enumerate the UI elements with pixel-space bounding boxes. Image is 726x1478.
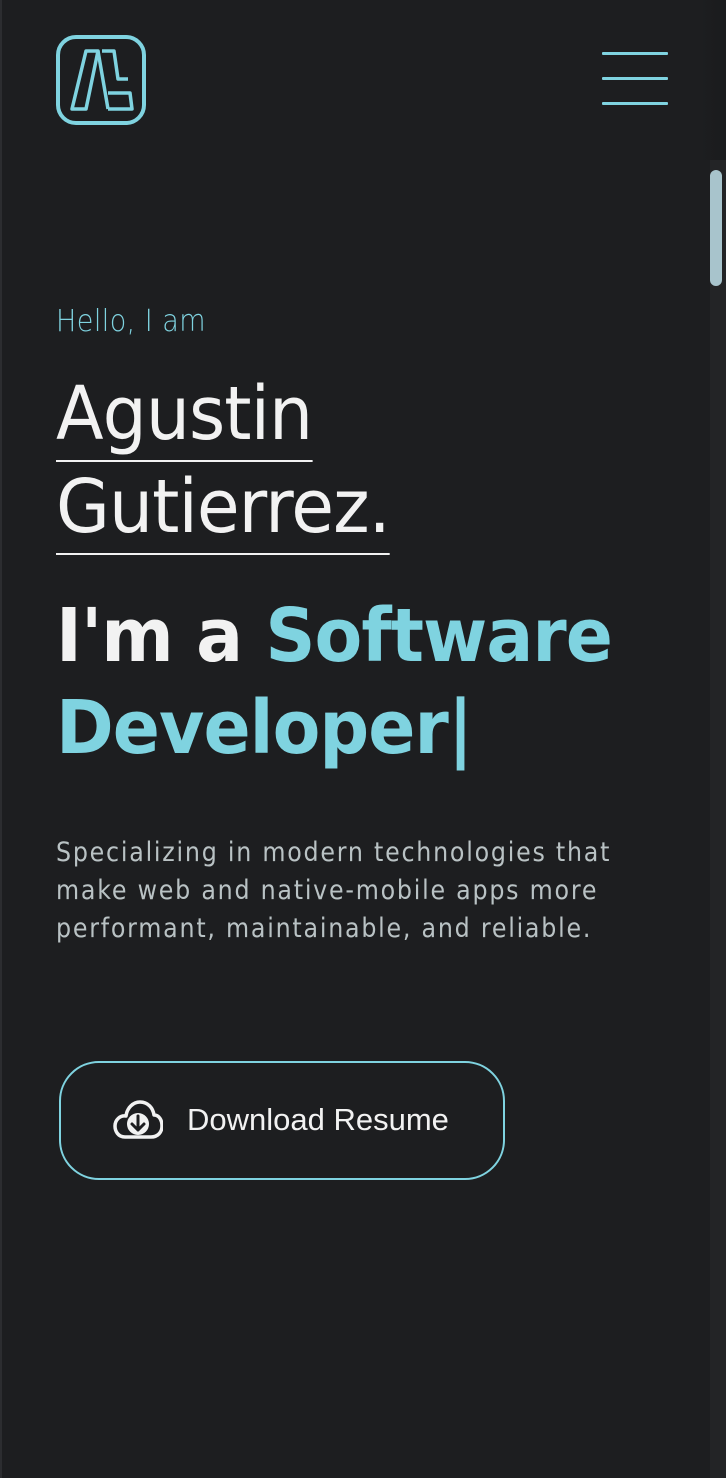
download-resume-label: Download Resume — [187, 1102, 449, 1137]
hero-description: Specializing in modern technologies that… — [56, 837, 612, 944]
header-shadow — [700, 0, 726, 160]
role-prefix: I'm a — [56, 593, 266, 679]
menu-button[interactable] — [600, 52, 670, 108]
site-logo[interactable] — [56, 35, 146, 125]
role-word-developer: Developer — [56, 685, 449, 771]
typing-cursor: | — [447, 685, 473, 771]
monogram-logo-icon — [56, 35, 146, 125]
hamburger-line — [602, 102, 668, 105]
scrollbar-track[interactable] — [710, 160, 726, 1478]
hero-name-last: Gutierrez. — [56, 463, 391, 555]
site-header — [0, 0, 710, 160]
cloud-download-icon — [113, 1100, 163, 1139]
hamburger-line — [602, 52, 668, 55]
hero-greeting: Hello, I am — [56, 304, 206, 339]
scrollbar-thumb[interactable] — [710, 170, 722, 286]
role-word-software: Software — [265, 593, 613, 679]
page-edge — [0, 0, 2, 1478]
hamburger-line — [602, 77, 668, 80]
hero-name-first: Agustin — [56, 370, 313, 462]
hero-role: I'm a Software Developer| — [56, 590, 658, 774]
download-resume-button[interactable]: Download Resume — [59, 1061, 505, 1180]
